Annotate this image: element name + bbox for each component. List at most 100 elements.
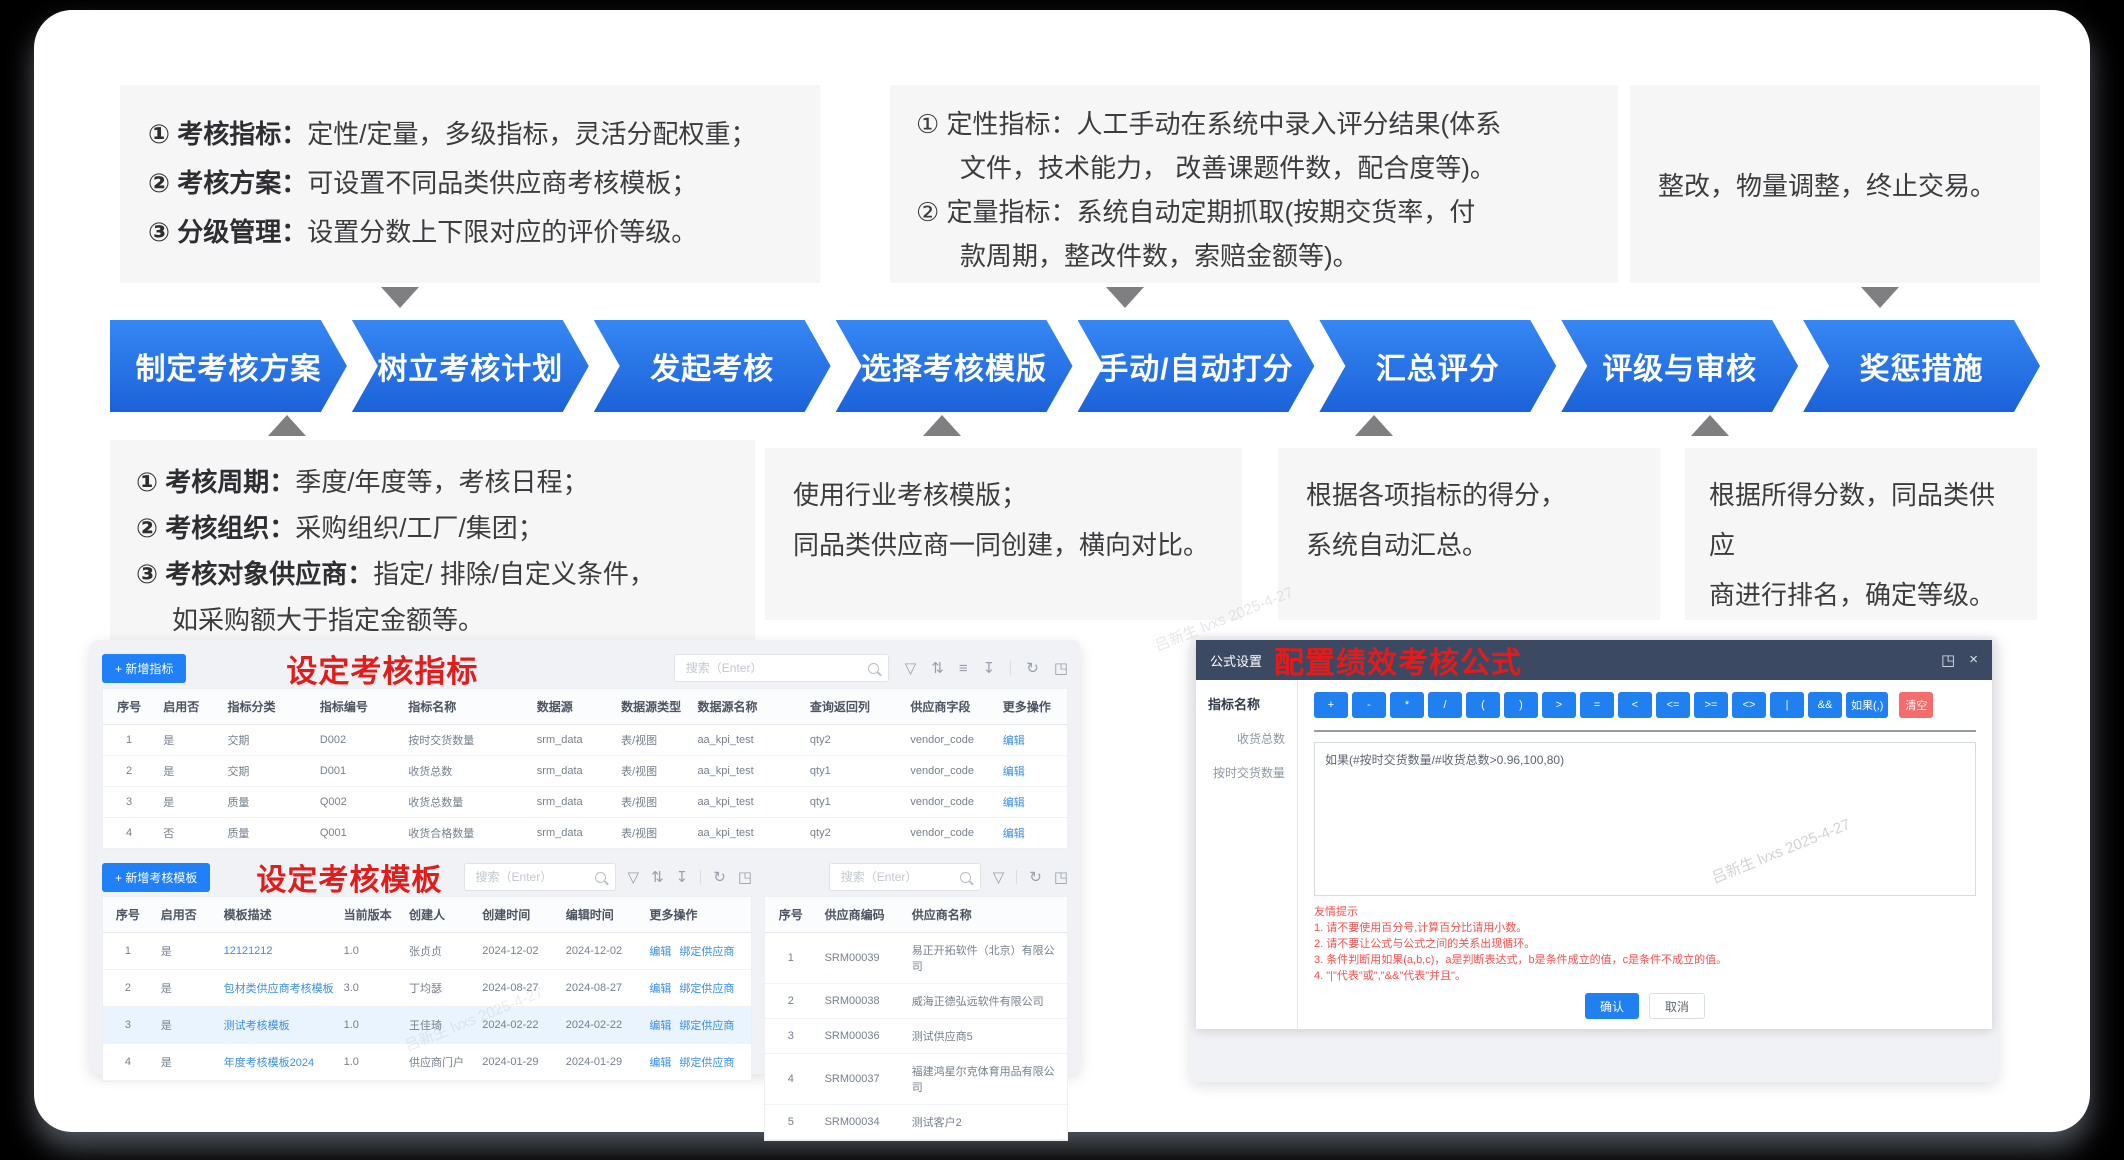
cell-link[interactable]: 包材类供应商考核模板 bbox=[216, 970, 336, 1006]
table-cell: 1 bbox=[103, 933, 153, 969]
operator-button[interactable]: > bbox=[1542, 692, 1576, 718]
filter-icon[interactable]: ▽ bbox=[993, 870, 1005, 885]
supplier-search-box[interactable] bbox=[829, 863, 981, 891]
table-row[interactable]: 2是交期D001收货总数srm_data表/视图aa_kpi_testqty1v… bbox=[103, 756, 1067, 787]
operator-button[interactable]: + bbox=[1314, 692, 1348, 718]
sort-icon[interactable]: ⇅ bbox=[931, 661, 944, 676]
action-link[interactable]: 编辑 bbox=[649, 980, 671, 996]
operator-button[interactable]: <> bbox=[1732, 692, 1766, 718]
table-cell: srm_data bbox=[529, 756, 613, 786]
operator-button[interactable]: | bbox=[1770, 692, 1804, 718]
table-cell: 4 bbox=[765, 1054, 817, 1104]
column-header: 数据源类型 bbox=[613, 689, 689, 724]
operator-button[interactable]: = bbox=[1580, 692, 1614, 718]
close-icon[interactable]: × bbox=[1969, 651, 1978, 669]
table-row[interactable]: 3是测试考核模板1.0王佳琦2024-02-222024-02-22编辑绑定供应… bbox=[103, 1007, 751, 1044]
search-input[interactable] bbox=[474, 869, 595, 885]
refresh-icon[interactable]: ↻ bbox=[1029, 870, 1042, 885]
column-header: 查询返回列 bbox=[802, 689, 902, 724]
sidebar-item-ontime-delivery[interactable]: 按时交货数量 bbox=[1208, 764, 1285, 781]
sort-icon[interactable]: ⇅ bbox=[651, 870, 664, 885]
search-input[interactable] bbox=[839, 869, 960, 885]
table-cell: 编辑绑定供应商 bbox=[641, 1044, 751, 1080]
table-row[interactable]: 2SRM00038威海正德弘远软件有限公司 bbox=[765, 984, 1067, 1019]
indicator-table: 序号启用否指标分类指标编号指标名称数据源数据源类型数据源名称查询返回列供应商字段… bbox=[102, 688, 1068, 850]
search-input[interactable] bbox=[684, 660, 868, 676]
download-icon[interactable]: ↧ bbox=[983, 661, 996, 676]
table-row[interactable]: 1是交期D002按时交货数量srm_data表/视图aa_kpi_testqty… bbox=[103, 725, 1067, 756]
table-row[interactable]: 3SRM00036测试供应商5 bbox=[765, 1019, 1067, 1054]
action-link[interactable]: 编辑 bbox=[1003, 763, 1025, 779]
table-row[interactable]: 4是年度考核模板20241.0供应商门户2024-01-292024-01-29… bbox=[103, 1044, 751, 1081]
action-link[interactable]: 编辑 bbox=[649, 943, 671, 959]
confirm-button[interactable]: 确认 bbox=[1585, 993, 1639, 1019]
clear-button[interactable]: 清空 bbox=[1899, 692, 1933, 718]
operator-button[interactable]: <= bbox=[1656, 692, 1690, 718]
operator-button[interactable]: - bbox=[1352, 692, 1386, 718]
cell-link[interactable]: 年度考核模板2024 bbox=[216, 1044, 336, 1080]
operator-button[interactable]: >= bbox=[1694, 692, 1728, 718]
operator-button[interactable]: < bbox=[1618, 692, 1652, 718]
fullscreen-icon[interactable]: ◳ bbox=[738, 870, 752, 885]
table-cell: 2024-02-22 bbox=[474, 1007, 558, 1043]
column-header: 启用否 bbox=[153, 897, 216, 932]
note-text: 文件，技术能力， 改善课题件数，配合度等)。 bbox=[960, 153, 1496, 183]
action-link[interactable]: 绑定供应商 bbox=[679, 943, 734, 959]
operator-button[interactable]: ) bbox=[1504, 692, 1538, 718]
table-row[interactable]: 2是包材类供应商考核模板3.0丁均瑟2024-08-272024-08-27编辑… bbox=[103, 970, 751, 1007]
hint-block: 友情提示 1. 请不要使用百分号,计算百分比请用小数。 2. 请不要让公式与公式… bbox=[1314, 904, 1976, 984]
columns-icon[interactable]: ≡ bbox=[959, 661, 968, 676]
action-link[interactable]: 绑定供应商 bbox=[679, 980, 734, 996]
operator-button[interactable]: && bbox=[1808, 692, 1842, 718]
cell-link[interactable]: 12121212 bbox=[216, 933, 336, 969]
sidebar-item-received-total[interactable]: 收货总数 bbox=[1208, 730, 1285, 747]
hint-line: 3. 条件判断用如果(a,b,c)，a是判断表达式，b是条件成立的值，c是条件不… bbox=[1314, 952, 1976, 968]
table-cell: aa_kpi_test bbox=[689, 756, 801, 786]
operator-button[interactable]: * bbox=[1390, 692, 1424, 718]
table-cell: 是 bbox=[155, 725, 219, 755]
table-row[interactable]: 1SRM00039易正开拓软件（北京）有限公司 bbox=[765, 933, 1067, 984]
table-cell: 交期 bbox=[219, 756, 311, 786]
action-link[interactable]: 编辑 bbox=[1003, 794, 1025, 810]
cancel-button[interactable]: 取消 bbox=[1649, 993, 1705, 1019]
table-cell: 测试客户2 bbox=[904, 1105, 1067, 1139]
table-cell: 张贞贞 bbox=[401, 933, 474, 969]
download-icon[interactable]: ↧ bbox=[676, 870, 689, 885]
table-row[interactable]: 4SRM00037福建鸿星尔克体育用品有限公司 bbox=[765, 1054, 1067, 1105]
filter-icon[interactable]: ▽ bbox=[628, 870, 640, 885]
filter-icon[interactable]: ▽ bbox=[905, 661, 917, 676]
operator-button[interactable]: 如果(,) bbox=[1846, 692, 1888, 718]
template-search-box[interactable] bbox=[464, 863, 616, 891]
action-link[interactable]: 编辑 bbox=[649, 1017, 671, 1033]
action-link[interactable]: 编辑 bbox=[649, 1054, 671, 1070]
dialog-titlebar: 公式设置 配置绩效考核公式 ◳ × bbox=[1196, 640, 1992, 680]
table-row[interactable]: 1是121212121.0张贞贞2024-12-022024-12-02编辑绑定… bbox=[103, 933, 751, 970]
indicator-search-box[interactable] bbox=[674, 654, 889, 682]
operator-button[interactable]: / bbox=[1428, 692, 1462, 718]
action-link[interactable]: 绑定供应商 bbox=[679, 1017, 734, 1033]
fullscreen-icon[interactable]: ◳ bbox=[1054, 661, 1068, 676]
sidebar-title: 指标名称 bbox=[1208, 694, 1285, 713]
add-indicator-button[interactable]: + 新增指标 bbox=[102, 654, 186, 683]
indicator-settings-screenshot: + 新增指标 设定考核指标 ▽ ⇅ ≡ ↧ ↻ ◳ 序号启用否指标分类指标编号指… bbox=[90, 640, 1080, 1074]
annotation-configure-formula: 配置绩效考核公式 bbox=[1274, 638, 1522, 682]
table-row[interactable]: 3是质量Q002收货总数量srm_data表/视图aa_kpi_testqty1… bbox=[103, 787, 1067, 818]
fullscreen-icon[interactable]: ◳ bbox=[1054, 870, 1068, 885]
formula-textarea[interactable]: 如果(#按时交货数量/#收货总数>0.96,100,80) 吕新生 lvxs 2… bbox=[1314, 742, 1976, 896]
table-cell: 按时交货数量 bbox=[400, 725, 529, 755]
cell-link[interactable]: 测试考核模板 bbox=[216, 1007, 336, 1043]
fullscreen-icon[interactable]: ◳ bbox=[1941, 651, 1955, 669]
refresh-icon[interactable]: ↻ bbox=[1026, 661, 1039, 676]
connector-arrow-down bbox=[1861, 287, 1899, 308]
action-link[interactable]: 编辑 bbox=[1003, 732, 1025, 748]
action-link[interactable]: 绑定供应商 bbox=[679, 1054, 734, 1070]
table-row[interactable]: 4否质量Q001收货合格数量srm_data表/视图aa_kpi_testqty… bbox=[103, 818, 1067, 849]
add-template-button[interactable]: + 新增考核模板 bbox=[102, 863, 210, 892]
operator-button[interactable]: ( bbox=[1466, 692, 1500, 718]
table-row[interactable]: 5SRM00034测试客户2 bbox=[765, 1105, 1067, 1140]
formula-dialog: 公式设置 配置绩效考核公式 ◳ × 指标名称 收货总数 按时交货数量 +-*/(… bbox=[1196, 640, 1992, 1029]
refresh-icon[interactable]: ↻ bbox=[713, 870, 726, 885]
action-link[interactable]: 编辑 bbox=[1003, 825, 1025, 841]
note-label: ① 考核周期： bbox=[136, 467, 295, 497]
table-cell: 威海正德弘远软件有限公司 bbox=[904, 984, 1067, 1018]
